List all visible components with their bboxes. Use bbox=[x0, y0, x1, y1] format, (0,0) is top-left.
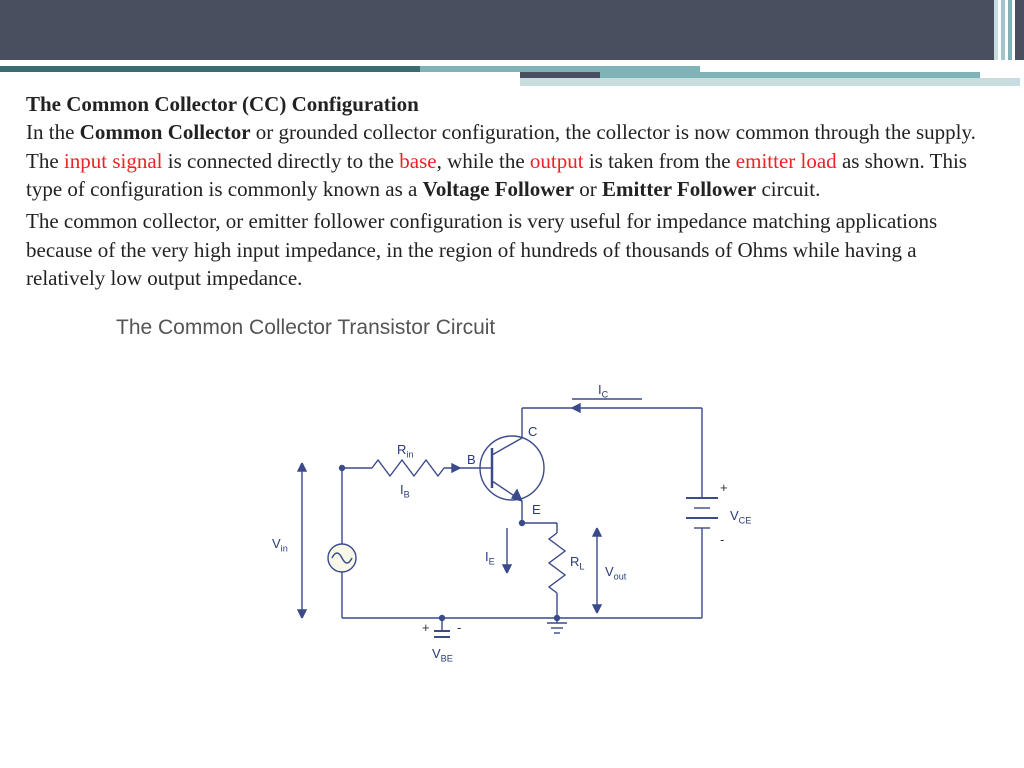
banner-side-stripes bbox=[994, 0, 1024, 60]
diagram-title: The Common Collector Transistor Circuit bbox=[116, 314, 998, 342]
label-minus-battery: - bbox=[720, 531, 724, 549]
label-plus-battery: + bbox=[720, 479, 728, 497]
page-title: The Common Collector (CC) Configuration bbox=[26, 90, 998, 118]
label-e: E bbox=[532, 501, 541, 519]
circuit-diagram: IC Rin B C E IB IE RL Vin Vout VCE VBE +… bbox=[242, 363, 782, 663]
label-plus-cap: + bbox=[422, 619, 430, 637]
label-vbe: VBE bbox=[432, 645, 453, 665]
label-vce: VCE bbox=[730, 507, 751, 527]
label-ie: IE bbox=[485, 548, 495, 568]
label-rin: Rin bbox=[397, 441, 413, 461]
circuit-svg bbox=[242, 363, 782, 663]
label-ib: IB bbox=[400, 481, 410, 501]
label-c: C bbox=[528, 423, 537, 441]
paragraph-2: The common collector, or emitter followe… bbox=[26, 207, 998, 292]
label-rl: RL bbox=[570, 553, 584, 573]
paragraph-1: In the Common Collector or grounded coll… bbox=[26, 118, 998, 203]
label-vout: Vout bbox=[605, 563, 626, 583]
label-vin: Vin bbox=[272, 535, 288, 555]
label-ic: IC bbox=[598, 381, 608, 401]
slide-banner bbox=[0, 0, 1024, 60]
label-minus-cap: - bbox=[457, 619, 461, 637]
slide-content: The Common Collector (CC) Configuration … bbox=[0, 60, 1024, 663]
label-b: B bbox=[467, 451, 476, 469]
